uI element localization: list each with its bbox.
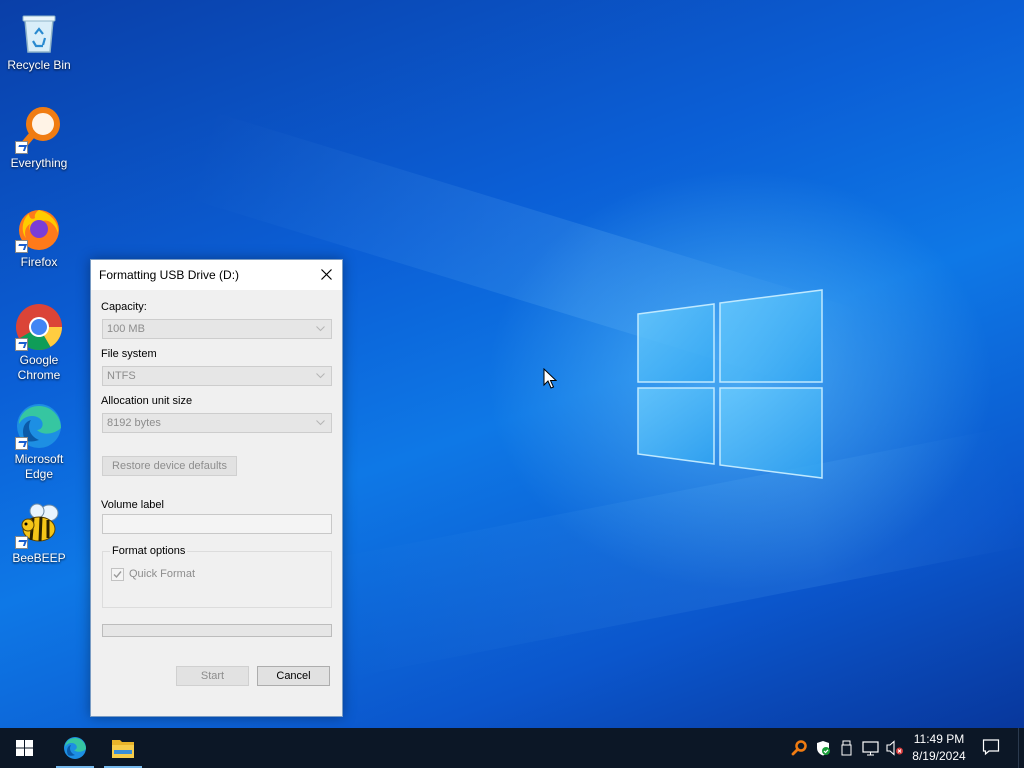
shortcut-arrow-icon: [15, 536, 28, 549]
windows-start-icon: [16, 740, 33, 756]
system-clock[interactable]: 11:49 PM 8/19/2024: [900, 731, 978, 765]
allocation-value: 8192 bytes: [107, 417, 161, 429]
network-icon[interactable]: [862, 740, 880, 756]
windows-logo-wallpaper: [637, 289, 823, 479]
close-icon: [321, 269, 332, 280]
chevron-down-icon: [316, 420, 325, 426]
everything-search-icon[interactable]: [791, 740, 807, 756]
dialog-titlebar[interactable]: Formatting USB Drive (D:): [91, 260, 342, 290]
shortcut-arrow-icon: [15, 240, 28, 253]
filesystem-label: File system: [101, 348, 157, 360]
taskbar: 11:49 PM 8/19/2024: [0, 728, 1024, 768]
notification-center-icon[interactable]: [982, 738, 1000, 756]
dialog-title: Formatting USB Drive (D:): [99, 268, 240, 282]
format-progress-bar: [102, 624, 332, 637]
beebeep-bee-icon: [15, 501, 63, 549]
taskbar-file-explorer[interactable]: [102, 728, 144, 768]
capacity-value: 100 MB: [107, 323, 145, 335]
volume-label-input[interactable]: [102, 514, 332, 534]
desktop-icon-label: Firefox: [20, 255, 58, 269]
recycle-bin-icon: [15, 8, 63, 56]
desktop-icon-beebeep[interactable]: BeeBEEP: [1, 501, 77, 566]
start-button[interactable]: [0, 728, 48, 768]
allocation-label: Allocation unit size: [101, 395, 193, 407]
shortcut-arrow-icon: [15, 141, 28, 154]
windows-security-icon[interactable]: [815, 740, 831, 756]
desktop-icon-recycle-bin[interactable]: Recycle Bin: [1, 8, 77, 73]
show-desktop-button[interactable]: [1018, 728, 1024, 768]
taskbar-edge[interactable]: [54, 728, 96, 768]
desktop-icon-label: Recycle Bin: [7, 58, 71, 72]
clock-time: 11:49 PM: [913, 732, 965, 746]
edge-icon: [15, 402, 63, 450]
desktop-icon-label: BeeBEEP: [12, 551, 66, 565]
close-button[interactable]: [312, 260, 342, 290]
shortcut-arrow-icon: [15, 437, 28, 450]
clock-date: 8/19/2024: [912, 749, 966, 763]
chevron-down-icon: [316, 326, 325, 332]
mouse-cursor-icon: [543, 368, 557, 389]
allocation-select[interactable]: 8192 bytes: [102, 413, 332, 433]
start-button[interactable]: Start: [176, 666, 249, 686]
desktop-icon-label: Microsoft Edge: [14, 452, 64, 481]
filesystem-select[interactable]: NTFS: [102, 366, 332, 386]
shortcut-arrow-icon: [15, 338, 28, 351]
capacity-select[interactable]: 100 MB: [102, 319, 332, 339]
format-options-label: Format options: [110, 545, 188, 557]
desktop-icon-firefox[interactable]: Firefox: [1, 205, 77, 270]
edge-icon: [64, 737, 86, 759]
desktop-icon-everything[interactable]: Everything: [1, 106, 77, 171]
cancel-button[interactable]: Cancel: [257, 666, 330, 686]
format-options-group: Format options Quick Format: [102, 545, 332, 608]
usb-drive-icon[interactable]: [840, 740, 854, 756]
desktop-icon-label: Everything: [10, 156, 68, 170]
desktop-icon-label: Google Chrome: [17, 353, 61, 382]
everything-magnifier-icon: [15, 106, 63, 154]
filesystem-value: NTFS: [107, 370, 136, 382]
format-dialog: Formatting USB Drive (D:) Capacity: 100 …: [90, 259, 343, 717]
chrome-icon: [15, 303, 63, 351]
restore-defaults-button[interactable]: Restore device defaults: [102, 456, 237, 476]
desktop-icon-microsoft-edge[interactable]: Microsoft Edge: [1, 402, 77, 482]
checkmark-icon: [113, 571, 122, 579]
desktop-icon-google-chrome[interactable]: Google Chrome: [1, 303, 77, 383]
capacity-label: Capacity:: [101, 301, 147, 313]
quick-format-label[interactable]: Quick Format: [129, 568, 195, 580]
chevron-down-icon: [316, 373, 325, 379]
firefox-icon: [15, 205, 63, 253]
quick-format-checkbox[interactable]: [111, 568, 124, 581]
volume-label: Volume label: [101, 499, 164, 511]
folder-icon: [112, 740, 134, 758]
